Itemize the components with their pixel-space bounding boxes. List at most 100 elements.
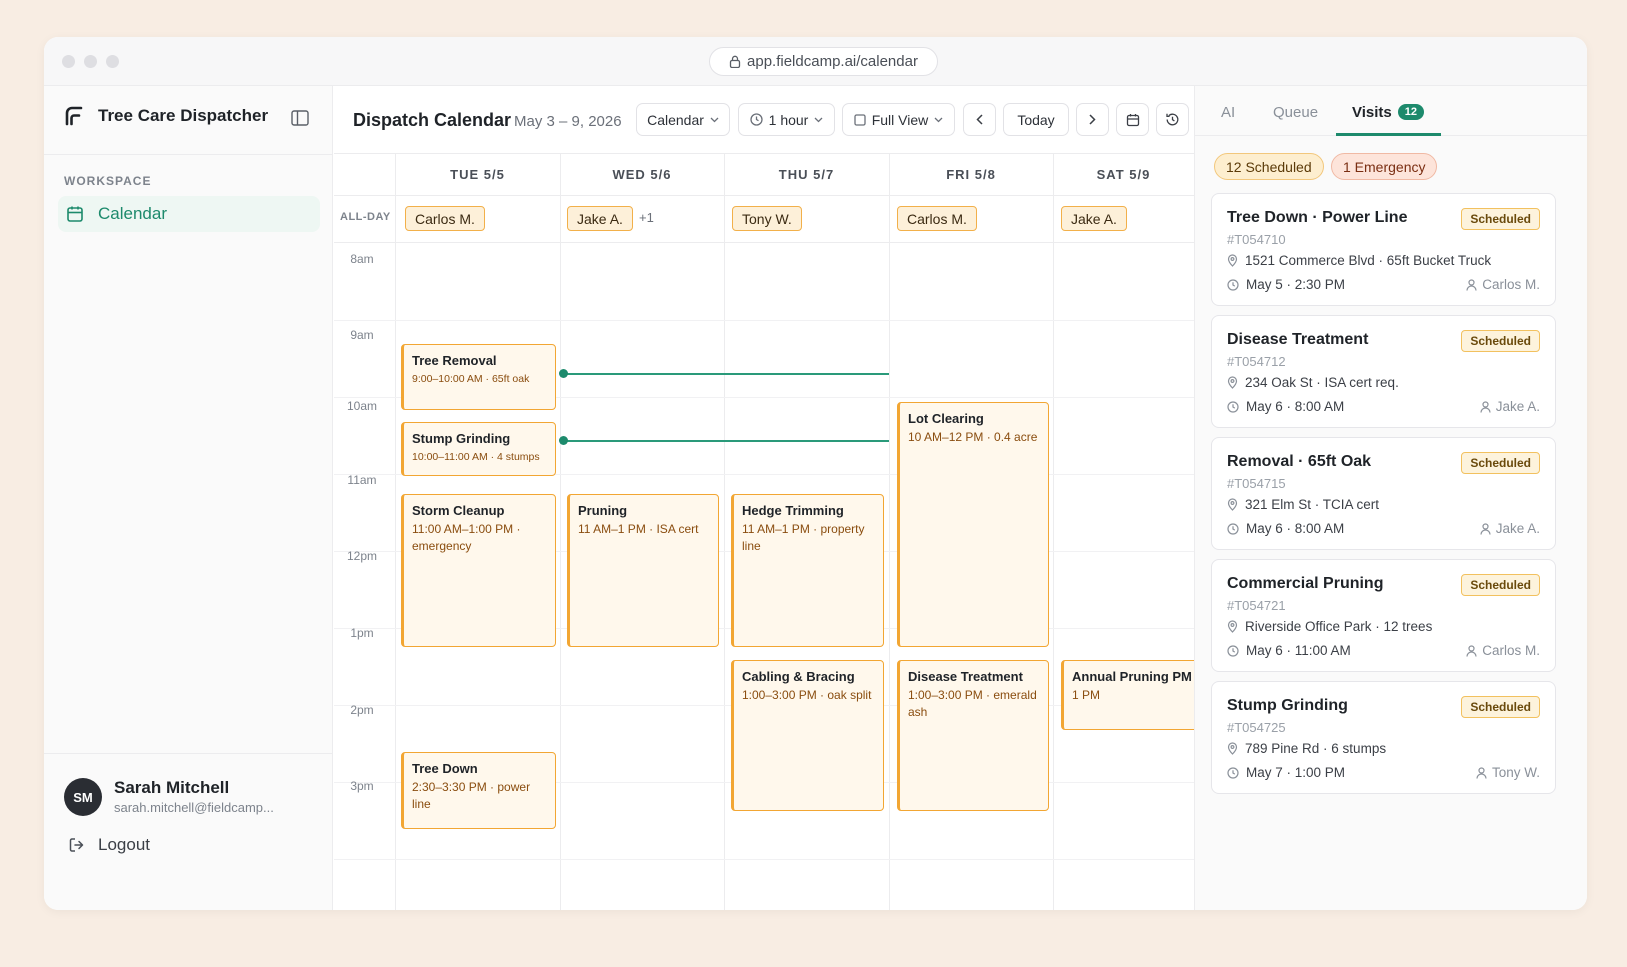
event-card[interactable]: Lot Clearing 10 AM–12 PM · 0.4 acre	[897, 402, 1049, 647]
logout-button[interactable]: Logout	[68, 835, 150, 855]
event-card[interactable]: Annual Pruning PM 1 PM	[1061, 660, 1209, 730]
sidebar-item-calendar[interactable]: Calendar	[58, 196, 320, 232]
date-picker-button[interactable]	[1116, 103, 1149, 136]
visit-location: 321 Elm St · TCIA cert	[1227, 497, 1379, 512]
calendar-toolbar: Dispatch Calendar May 3 – 9, 2026 Calend…	[334, 86, 1194, 154]
url-text: app.fieldcamp.ai/calendar	[747, 53, 918, 70]
event-card[interactable]: Pruning 11 AM–1 PM · ISA cert	[567, 494, 719, 647]
history-button[interactable]	[1156, 103, 1189, 136]
time-label: 3pm	[350, 779, 374, 793]
event-title: Disease Treatment	[908, 669, 1023, 684]
event-title: Hedge Trimming	[742, 503, 844, 518]
grid-line	[1053, 154, 1054, 910]
today-button[interactable]: Today	[1003, 103, 1069, 136]
interval-select[interactable]: 1 hour	[738, 103, 835, 136]
visit-title: Commercial Pruning	[1227, 575, 1384, 592]
mode-select[interactable]: Full View	[842, 103, 955, 136]
visit-id: #T054712	[1227, 354, 1286, 369]
event-card[interactable]: Hedge Trimming 11 AM–1 PM · property lin…	[731, 494, 884, 647]
logout-label: Logout	[98, 835, 150, 854]
grid-line	[560, 154, 561, 910]
event-title: Stump Grinding	[412, 431, 511, 446]
tab-queue[interactable]: Queue	[1273, 104, 1318, 121]
time-label: 8am	[350, 252, 374, 266]
event-card[interactable]: Disease Treatment 1:00–3:00 PM · emerald…	[897, 660, 1049, 811]
history-icon	[1165, 112, 1180, 127]
visit-card[interactable]: Commercial Pruning Scheduled #T054721 Ri…	[1211, 559, 1556, 672]
grid-line	[334, 242, 1194, 243]
sidebar-collapse-button[interactable]	[291, 110, 309, 126]
visit-location: 234 Oak St · ISA cert req.	[1227, 375, 1399, 390]
map-pin-icon	[1227, 376, 1238, 389]
visit-assignee-text: Carlos M.	[1482, 277, 1540, 292]
visit-card[interactable]: Removal · 65ft Oak Scheduled #T054715 32…	[1211, 437, 1556, 550]
day-header[interactable]: SAT 5/9	[1053, 154, 1194, 195]
event-detail: 11 AM–1 PM · ISA cert	[578, 522, 699, 536]
visit-card[interactable]: Tree Down · Power Line Scheduled #T05471…	[1211, 193, 1556, 306]
allday-chip[interactable]: Carlos M.	[405, 206, 485, 231]
browser-titlebar: app.fieldcamp.ai/calendar	[44, 37, 1587, 86]
sidebar-item-label: Calendar	[98, 204, 167, 223]
visit-id: #T054715	[1227, 476, 1286, 491]
view-select[interactable]: Calendar	[636, 103, 730, 136]
visit-location-text: 321 Elm St · TCIA cert	[1245, 497, 1380, 512]
allday-chip[interactable]: Jake A.	[1061, 206, 1127, 231]
window-minimize-dot[interactable]	[84, 55, 97, 68]
calendar-grid: TUE 5/5 WED 5/6 THU 5/7 FRI 5/8 SAT 5/9 …	[334, 154, 1209, 910]
window-maximize-dot[interactable]	[106, 55, 119, 68]
event-card[interactable]: Storm Cleanup 11:00 AM–1:00 PM · emergen…	[401, 494, 556, 647]
visits-panel: AI Queue Visits 12 12 Scheduled 1 Emergen…	[1194, 86, 1587, 910]
clock-icon	[1227, 766, 1239, 779]
clock-icon	[1227, 400, 1239, 413]
status-badge: Scheduled	[1461, 574, 1540, 596]
event-card[interactable]: Cabling & Bracing 1:00–3:00 PM · oak spl…	[731, 660, 884, 811]
emergency-filter-pill[interactable]: 1 Emergency	[1331, 153, 1438, 180]
day-header[interactable]: THU 5/7	[724, 154, 889, 195]
event-card[interactable]: Stump Grinding 10:00–11:00 AM · 4 stumps	[401, 422, 556, 476]
event-detail: 10:00–11:00 AM · 4 stumps	[412, 451, 540, 463]
event-card[interactable]: Tree Removal 9:00–10:00 AM · 65ft oak	[401, 344, 556, 410]
allday-chip[interactable]: Tony W.	[732, 206, 802, 231]
visit-assignee-text: Carlos M.	[1482, 643, 1540, 658]
user-divider	[44, 753, 332, 754]
visit-card[interactable]: Disease Treatment Scheduled #T054712 234…	[1211, 315, 1556, 428]
map-pin-icon	[1227, 498, 1238, 511]
allday-chip[interactable]: Jake A.	[567, 206, 633, 231]
visit-time: May 6 · 8:00 AM	[1227, 399, 1344, 414]
dependency-connector	[559, 436, 889, 445]
user-icon	[1466, 278, 1477, 291]
next-week-button[interactable]	[1076, 103, 1109, 136]
event-detail: 1:00–3:00 PM · oak split	[742, 688, 872, 702]
allday-chip[interactable]: Carlos M.	[897, 206, 977, 231]
clock-icon	[1227, 278, 1239, 291]
day-header[interactable]: FRI 5/8	[889, 154, 1053, 195]
address-bar[interactable]: app.fieldcamp.ai/calendar	[709, 47, 938, 76]
avatar[interactable]: SM	[64, 778, 102, 816]
event-detail: 11 AM–1 PM · property line	[742, 522, 865, 553]
user-email: sarah.mitchell@fieldcamp...	[114, 800, 274, 815]
visit-assignee-text: Tony W.	[1491, 765, 1540, 780]
chevron-down-icon	[710, 117, 719, 123]
visit-location: 789 Pine Rd · 6 stumps	[1227, 741, 1386, 756]
time-label: 2pm	[350, 703, 374, 717]
mode-select-value: Full View	[871, 111, 929, 128]
lock-icon	[729, 55, 741, 68]
grid-line	[334, 859, 1194, 860]
allday-more-link[interactable]: +1	[639, 210, 654, 225]
window-close-dot[interactable]	[62, 55, 75, 68]
scheduled-filter-pill[interactable]: 12 Scheduled	[1214, 153, 1324, 180]
user-icon	[1480, 400, 1491, 413]
day-header[interactable]: WED 5/6	[560, 154, 724, 195]
map-pin-icon	[1227, 620, 1238, 633]
clock-icon	[1227, 522, 1239, 535]
prev-week-button[interactable]	[963, 103, 996, 136]
day-header[interactable]: TUE 5/5	[395, 154, 560, 195]
visit-card[interactable]: Stump Grinding Scheduled #T054725 789 Pi…	[1211, 681, 1556, 794]
workspace-label: WORKSPACE	[64, 174, 152, 188]
tab-visits[interactable]: Visits 12	[1352, 104, 1424, 121]
visit-time: May 7 · 1:00 PM	[1227, 765, 1345, 780]
event-card[interactable]: Tree Down 2:30–3:30 PM · power line	[401, 752, 556, 829]
visit-assignee: Jake A.	[1480, 521, 1540, 536]
status-badge: Scheduled	[1461, 208, 1540, 230]
tab-ai[interactable]: AI	[1221, 104, 1235, 121]
